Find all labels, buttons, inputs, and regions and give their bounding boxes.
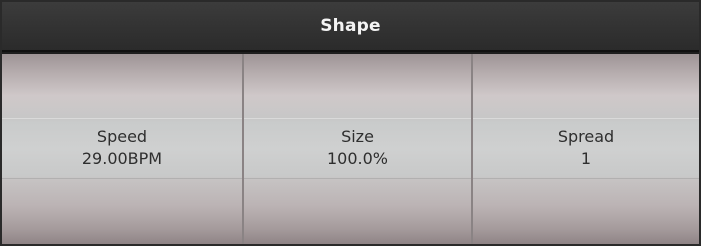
cell-highlight-line bbox=[2, 118, 242, 119]
panel-title: Shape bbox=[320, 16, 381, 36]
speed-label: Speed bbox=[96, 127, 148, 146]
panel-title-bar: Shape bbox=[2, 2, 699, 52]
size-label: Size bbox=[341, 127, 374, 146]
cell-highlight-line bbox=[244, 118, 471, 119]
parameter-row: Speed 29.00BPM Size 100.0% Spread 1 bbox=[2, 54, 699, 244]
cell-shadow-line bbox=[473, 178, 699, 179]
cell-highlight-line bbox=[473, 118, 699, 119]
size-cell[interactable]: Size 100.0% bbox=[244, 54, 473, 244]
cell-shadow-line bbox=[2, 178, 242, 179]
cell-shadow-line bbox=[244, 178, 471, 179]
speed-value: 29.00BPM bbox=[81, 149, 163, 168]
size-value: 100.0% bbox=[326, 149, 388, 168]
spread-cell[interactable]: Spread 1 bbox=[473, 54, 699, 244]
spread-label: Spread bbox=[557, 127, 615, 146]
speed-cell[interactable]: Speed 29.00BPM bbox=[2, 54, 244, 244]
shape-panel: Shape Speed 29.00BPM Size 100.0% Spread … bbox=[0, 0, 701, 246]
spread-value: 1 bbox=[580, 149, 592, 168]
